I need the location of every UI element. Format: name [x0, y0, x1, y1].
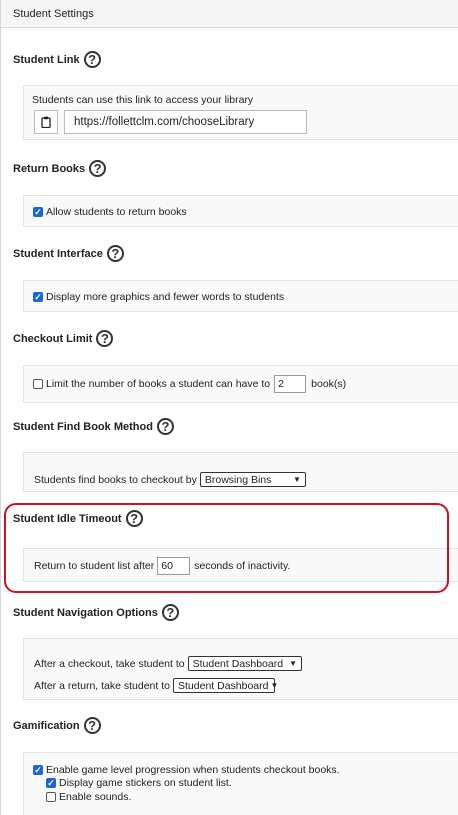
clipboard-icon: [41, 116, 51, 128]
settings-header: Student Settings: [1, 0, 458, 28]
help-icon[interactable]: ?: [83, 717, 101, 734]
section-gamification: Gamification ?: [13, 717, 101, 734]
help-icon[interactable]: ?: [83, 51, 101, 68]
after-return-selected: Student Dashboard: [178, 679, 269, 692]
find-book-method-title: Student Find Book Method: [13, 420, 153, 433]
header-title: Student Settings: [13, 8, 94, 20]
chevron-down-icon: ▼: [292, 475, 301, 484]
find-book-method-select[interactable]: Browsing Bins ▼: [199, 472, 306, 487]
display-stickers-label: Display game stickers on student list.: [59, 777, 232, 789]
help-icon[interactable]: ?: [96, 330, 114, 347]
return-books-label: Allow students to return books: [46, 206, 187, 218]
student-interface-option[interactable]: Display more graphics and fewer words to…: [33, 291, 284, 303]
student-link-description: Students can use this link to access you…: [32, 94, 254, 106]
checkout-limit-option: Limit the number of books a student can …: [33, 375, 346, 393]
enable-progression-label: Enable game level progression when stude…: [46, 764, 340, 776]
checkout-limit-input[interactable]: 2: [274, 375, 307, 393]
student-settings-page: Student Settings Student Link ? Students…: [0, 0, 458, 815]
student-interface-title: Student Interface: [13, 247, 103, 260]
return-books-option[interactable]: Allow students to return books: [33, 206, 187, 218]
enable-progression-checkbox[interactable]: [33, 765, 43, 775]
find-book-method-label: Students find books to checkout by: [34, 473, 197, 486]
enable-sounds-option[interactable]: Enable sounds.: [46, 791, 131, 803]
copy-link-button[interactable]: [34, 110, 58, 134]
help-icon[interactable]: ?: [89, 160, 107, 177]
student-link-field[interactable]: https://follettclm.com/chooseLibrary: [64, 110, 307, 134]
enable-sounds-checkbox[interactable]: [46, 792, 56, 802]
after-checkout-selected: Student Dashboard: [192, 657, 284, 670]
student-interface-label: Display more graphics and fewer words to…: [46, 291, 285, 303]
return-books-panel: Allow students to return books: [23, 195, 458, 227]
student-link-panel: Students can use this link to access you…: [23, 85, 458, 140]
after-return-select[interactable]: Student Dashboard ▼: [173, 678, 279, 693]
enable-sounds-label: Enable sounds.: [59, 791, 132, 803]
student-link-title: Student Link: [13, 53, 80, 66]
section-find-book-method: Student Find Book Method ?: [13, 418, 174, 435]
after-return-row: After a return, take student to Student …: [34, 678, 279, 693]
checkout-limit-panel: Limit the number of books a student can …: [23, 365, 458, 403]
student-interface-panel: Display more graphics and fewer words to…: [23, 280, 458, 312]
gamification-title: Gamification: [13, 719, 80, 732]
display-stickers-checkbox[interactable]: [46, 778, 56, 788]
checkout-limit-suffix: book(s): [311, 378, 347, 390]
after-checkout-label: After a checkout, take student to: [34, 657, 185, 670]
after-return-label: After a return, take student to: [34, 679, 170, 692]
section-return-books: Return Books ?: [13, 160, 107, 177]
gamification-panel: Enable game level progression when stude…: [23, 752, 458, 815]
section-student-link: Student Link ?: [13, 51, 101, 68]
navigation-options-title: Student Navigation Options: [13, 606, 158, 619]
checkout-limit-checkbox[interactable]: [33, 379, 43, 389]
section-student-interface: Student Interface ?: [13, 245, 124, 262]
student-interface-checkbox[interactable]: [33, 292, 43, 302]
find-book-method-selected: Browsing Bins: [204, 473, 272, 486]
display-stickers-option[interactable]: Display game stickers on student list.: [46, 777, 232, 789]
navigation-options-panel: After a checkout, take student to Studen…: [23, 638, 458, 700]
section-checkout-limit: Checkout Limit ?: [13, 330, 114, 347]
chevron-down-icon: ▼: [289, 659, 297, 668]
find-book-method-panel: Students find books to checkout by Brows…: [23, 452, 458, 492]
student-link-row: https://follettclm.com/chooseLibrary: [34, 110, 307, 134]
section-navigation-options: Student Navigation Options ?: [13, 604, 179, 621]
after-checkout-select[interactable]: Student Dashboard ▼: [187, 656, 302, 671]
return-books-title: Return Books: [13, 162, 86, 175]
help-icon[interactable]: ?: [106, 245, 124, 262]
find-book-method-row: Students find books to checkout by Brows…: [34, 472, 306, 487]
help-icon[interactable]: ?: [161, 604, 179, 621]
checkout-limit-title: Checkout Limit: [13, 332, 93, 345]
chevron-down-icon: ▼: [270, 681, 279, 690]
enable-progression-option[interactable]: Enable game level progression when stude…: [33, 764, 340, 776]
after-checkout-row: After a checkout, take student to Studen…: [34, 656, 302, 671]
help-icon[interactable]: ?: [156, 418, 174, 435]
checkout-limit-label: Limit the number of books a student can …: [46, 378, 271, 390]
return-books-checkbox[interactable]: [33, 207, 43, 217]
highlight-outline: [4, 503, 449, 593]
